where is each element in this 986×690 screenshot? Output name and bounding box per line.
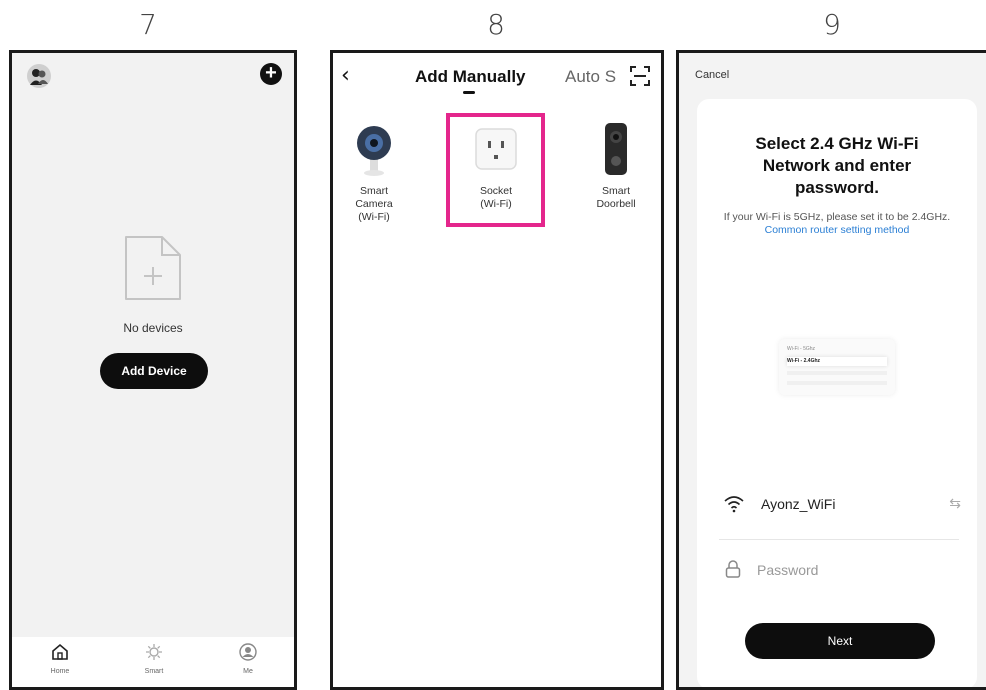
bottom-tab-bar: Home Smart Me — [12, 637, 294, 687]
cancel-button[interactable]: Cancel — [695, 69, 729, 81]
lock-icon — [725, 560, 741, 578]
device-name-line: (Wi-Fi) — [358, 211, 390, 223]
wifi-network-row[interactable]: Ayonz_WiFi ⇆ — [719, 489, 961, 521]
device-smart-camera[interactable]: Smart Camera (Wi-Fi) — [333, 123, 419, 224]
phone-screen-wifi-setup: Cancel Select 2.4 GHz Wi-Fi Network and … — [676, 50, 986, 690]
back-chevron-icon[interactable]: ‹ — [341, 63, 350, 88]
next-button[interactable]: Next — [745, 623, 935, 659]
password-row — [719, 554, 959, 586]
camera-icon — [349, 123, 399, 181]
device-name-line: Camera — [355, 198, 393, 210]
wifi-ssid: Ayonz_WiFi — [761, 496, 836, 512]
illustration-row-blank — [787, 381, 887, 385]
tab-add-manually[interactable]: Add Manually — [415, 67, 526, 87]
step-number-7: 7 — [139, 8, 157, 41]
page-title: Select 2.4 GHz Wi-Fi Network and enter p… — [697, 133, 977, 199]
phone-screen-home: + No devices Add Device Home Smart Me — [9, 50, 297, 690]
add-plus-icon[interactable]: + — [260, 63, 282, 85]
family-avatar-icon[interactable] — [26, 63, 52, 89]
home-icon — [52, 643, 68, 660]
password-field[interactable] — [755, 557, 949, 583]
tab-home[interactable]: Home — [30, 643, 90, 675]
highlight-box — [446, 113, 545, 227]
tab-home-label: Home — [50, 668, 70, 675]
hint-text: If your Wi-Fi is 5GHz, please set it to … — [723, 211, 951, 223]
device-name-line: Doorbell — [596, 198, 636, 210]
device-name-line: Smart — [601, 185, 630, 197]
scan-icon[interactable] — [629, 65, 651, 87]
title-line: password. — [794, 178, 880, 197]
title-line: Select 2.4 GHz Wi-Fi — [755, 134, 919, 153]
smart-sun-icon — [146, 644, 162, 660]
add-device-button[interactable]: Add Device — [100, 353, 208, 389]
wifi-card: Select 2.4 GHz Wi-Fi Network and enter p… — [697, 99, 977, 687]
illustration-row-selected: Wi-Fi - 2.4Ghz — [787, 357, 887, 366]
device-smart-doorbell[interactable]: Smart Doorbell — [571, 123, 661, 211]
tab-me[interactable]: Me — [218, 643, 278, 675]
divider — [719, 539, 959, 540]
active-tab-indicator — [463, 91, 475, 94]
phone-screen-add-device: ‹ Add Manually Auto S Smart Camera (Wi-F… — [330, 50, 664, 690]
wifi-hint: If your Wi-Fi is 5GHz, please set it to … — [711, 211, 963, 237]
illustration-row-blank — [787, 371, 887, 375]
step-number-8: 8 — [487, 8, 505, 41]
router-setting-link[interactable]: Common router setting method — [765, 224, 910, 236]
device-name-line: Smart — [359, 185, 388, 197]
tab-me-label: Me — [243, 668, 253, 675]
wifi-icon — [724, 496, 744, 513]
wifi-list-illustration: Wi-Fi - 5Ghz Wi-Fi - 2.4Ghz — [779, 339, 895, 395]
title-line: Network and enter — [762, 156, 912, 175]
empty-state-text: No devices — [123, 321, 183, 335]
tab-auto-scan[interactable]: Auto S — [565, 67, 625, 87]
doorbell-icon — [591, 123, 641, 181]
profile-icon — [239, 643, 257, 661]
tab-smart-label: Smart — [144, 668, 164, 675]
empty-file-icon — [124, 233, 182, 303]
switch-network-icon[interactable]: ⇆ — [949, 495, 961, 512]
step-number-9: 9 — [823, 8, 841, 41]
tab-smart[interactable]: Smart — [124, 643, 184, 675]
illustration-row: Wi-Fi - 5Ghz — [787, 346, 816, 352]
